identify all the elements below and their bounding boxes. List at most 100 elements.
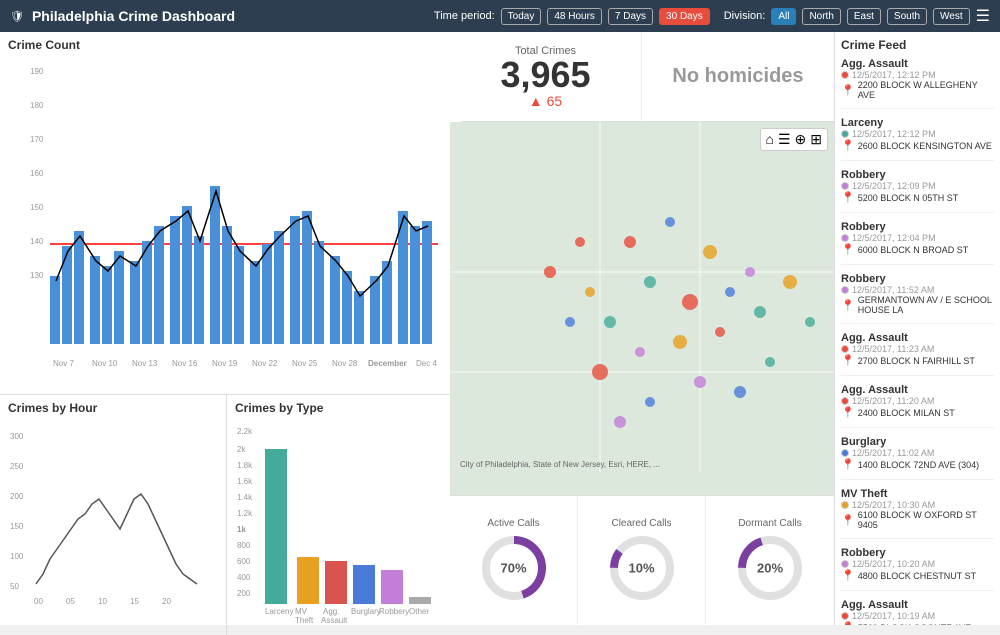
svg-text:250: 250	[10, 462, 24, 471]
header-controls: Time period: Today 48 Hours 7 Days 30 Da…	[434, 6, 990, 26]
dormant-calls-donut: 20%	[735, 533, 805, 603]
svg-text:1.4k: 1.4k	[237, 493, 253, 502]
map-list-icon[interactable]: ☰	[778, 131, 791, 148]
crime-count-panel: Crime Count 190 180 170 160 150 140 130	[0, 32, 461, 395]
division-label: Division:	[724, 10, 766, 22]
cleared-calls-pct: 10%	[628, 561, 654, 576]
feed-crime-type: Agg. Assault	[841, 599, 994, 611]
map-share-icon[interactable]: ⊕	[795, 131, 807, 148]
menu-icon[interactable]: ☰	[976, 6, 990, 26]
time-7d[interactable]: 7 Days	[608, 8, 653, 25]
feed-item: Robbery 12/5/2017, 12:09 PM 📍 5200 BLOCK…	[841, 169, 994, 213]
svg-text:20: 20	[162, 597, 171, 606]
feed-item: MV Theft 12/5/2017, 10:30 AM 📍 6100 BLOC…	[841, 488, 994, 539]
total-crimes-right: No homicides	[642, 32, 834, 121]
svg-text:180: 180	[30, 101, 44, 110]
svg-text:Nov 28: Nov 28	[332, 359, 358, 368]
feed-location: 📍 5500 BLOCK OGONTZ AVE	[841, 621, 994, 625]
feed-location: 📍 2700 BLOCK N FAIRHILL ST	[841, 354, 994, 367]
header: 🛡 Philadelphia Crime Dashboard Time peri…	[0, 0, 1000, 32]
time-period-label: Time period:	[434, 10, 495, 22]
svg-text:Robbery: Robbery	[379, 607, 409, 616]
svg-text:Nov 10: Nov 10	[92, 359, 118, 368]
div-east[interactable]: East	[847, 8, 881, 25]
crime-count-title: Crime Count	[8, 38, 453, 52]
feed-item: Agg. Assault 12/5/2017, 11:20 AM 📍 2400 …	[841, 384, 994, 428]
svg-text:100: 100	[10, 552, 24, 561]
time-30d[interactable]: 30 Days	[659, 8, 710, 25]
svg-text:2k: 2k	[237, 445, 246, 454]
feed-location: 📍 6100 BLOCK W OXFORD ST 9405	[841, 510, 994, 530]
time-today[interactable]: Today	[501, 8, 542, 25]
svg-text:Assault: Assault	[321, 616, 348, 625]
feed-list: Agg. Assault 12/5/2017, 12:12 PM 📍 2200 …	[841, 58, 994, 625]
time-48h[interactable]: 48 Hours	[547, 8, 602, 25]
feed-crime-type: Agg. Assault	[841, 332, 994, 344]
svg-text:200: 200	[237, 589, 251, 598]
feed-time: 12/5/2017, 11:20 AM	[841, 396, 994, 406]
svg-text:10: 10	[98, 597, 107, 606]
map-svg: City of Philadelphia, State of New Jerse…	[450, 122, 834, 495]
feed-location: 📍 4800 BLOCK CHESTNUT ST	[841, 569, 994, 582]
feed-time: 12/5/2017, 10:20 AM	[841, 559, 994, 569]
active-calls-title: Active Calls	[487, 518, 539, 529]
feed-time: 12/5/2017, 11:02 AM	[841, 448, 994, 458]
feed-crime-type: Agg. Assault	[841, 58, 994, 70]
crimes-by-hour-panel: Crimes by Hour 300 250 200 150 100 50 00…	[0, 395, 227, 635]
crimes-by-hour-title: Crimes by Hour	[8, 401, 218, 415]
crime-count-chart: 190 180 170 160 150 140 130	[8, 56, 446, 374]
header-left: 🛡 Philadelphia Crime Dashboard	[10, 8, 235, 24]
svg-text:Nov 19: Nov 19	[212, 359, 238, 368]
svg-text:MV: MV	[295, 607, 308, 616]
feed-time: 12/5/2017, 12:12 PM	[841, 129, 994, 139]
map-home-icon[interactable]: ⌂	[766, 131, 774, 148]
feed-location: 📍 1400 BLOCK 72ND AVE (304)	[841, 458, 994, 471]
total-crimes-change: ▲ 65	[529, 93, 562, 109]
svg-text:800: 800	[237, 541, 251, 550]
active-calls-box: Active Calls 70%	[450, 496, 578, 625]
div-north[interactable]: North	[802, 8, 840, 25]
main-layout: Crime Count 190 180 170 160 150 140 130	[0, 32, 1000, 625]
feed-location: 📍 5200 BLOCK N 05TH ST	[841, 191, 994, 204]
svg-text:1.8k: 1.8k	[237, 461, 253, 470]
total-crimes-left: Total Crimes 3,965 ▲ 65	[450, 32, 642, 121]
svg-text:200: 200	[10, 492, 24, 501]
map-grid-icon[interactable]: ⊞	[810, 131, 822, 148]
active-calls-donut: 70%	[479, 533, 549, 603]
feed-time: 12/5/2017, 12:04 PM	[841, 233, 994, 243]
feed-crime-type: Larceny	[841, 117, 994, 129]
dormant-calls-box: Dormant Calls 20%	[706, 496, 834, 625]
svg-text:05: 05	[66, 597, 75, 606]
svg-text:130: 130	[30, 271, 44, 280]
svg-text:Nov 22: Nov 22	[252, 359, 278, 368]
feed-time: 12/5/2017, 11:23 AM	[841, 344, 994, 354]
dormant-calls-pct: 20%	[757, 561, 783, 576]
feed-crime-type: Burglary	[841, 436, 994, 448]
feed-item: Robbery 12/5/2017, 12:04 PM 📍 6000 BLOCK…	[841, 221, 994, 265]
total-crimes-number: 3,965	[500, 57, 590, 93]
svg-text:Nov 7: Nov 7	[53, 359, 74, 368]
feed-location: 📍 2400 BLOCK MILAN ST	[841, 406, 994, 419]
svg-text:December: December	[368, 359, 407, 368]
crime-feed-title: Crime Feed	[841, 38, 994, 52]
crime-feed-panel: Crime Feed Agg. Assault 12/5/2017, 12:12…	[835, 32, 1000, 625]
div-all[interactable]: All	[771, 8, 796, 25]
crimes-by-type-chart: 2.2k 2k 1.8k 1.6k 1.4k 1.2k 1k 800 600 4…	[235, 419, 453, 629]
svg-text:150: 150	[30, 203, 44, 212]
svg-text:170: 170	[30, 135, 44, 144]
svg-text:City of Philadelphia, State of: City of Philadelphia, State of New Jerse…	[460, 460, 660, 469]
no-homicides-text: No homicides	[672, 65, 803, 88]
svg-text:150: 150	[10, 522, 24, 531]
svg-text:Nov 13: Nov 13	[132, 359, 158, 368]
svg-text:190: 190	[30, 67, 44, 76]
total-crimes-panel: Total Crimes 3,965 ▲ 65 No homicides	[450, 32, 834, 122]
div-south[interactable]: South	[887, 8, 927, 25]
div-west[interactable]: West	[933, 8, 970, 25]
middle-panel: Total Crimes 3,965 ▲ 65 No homicides	[450, 32, 835, 625]
feed-crime-type: Robbery	[841, 221, 994, 233]
map-controls[interactable]: ⌂ ☰ ⊕ ⊞	[760, 128, 829, 151]
map-area[interactable]: City of Philadelphia, State of New Jerse…	[450, 122, 834, 495]
svg-text:Larceny: Larceny	[265, 607, 293, 616]
bars	[50, 186, 432, 344]
svg-text:15: 15	[130, 597, 139, 606]
